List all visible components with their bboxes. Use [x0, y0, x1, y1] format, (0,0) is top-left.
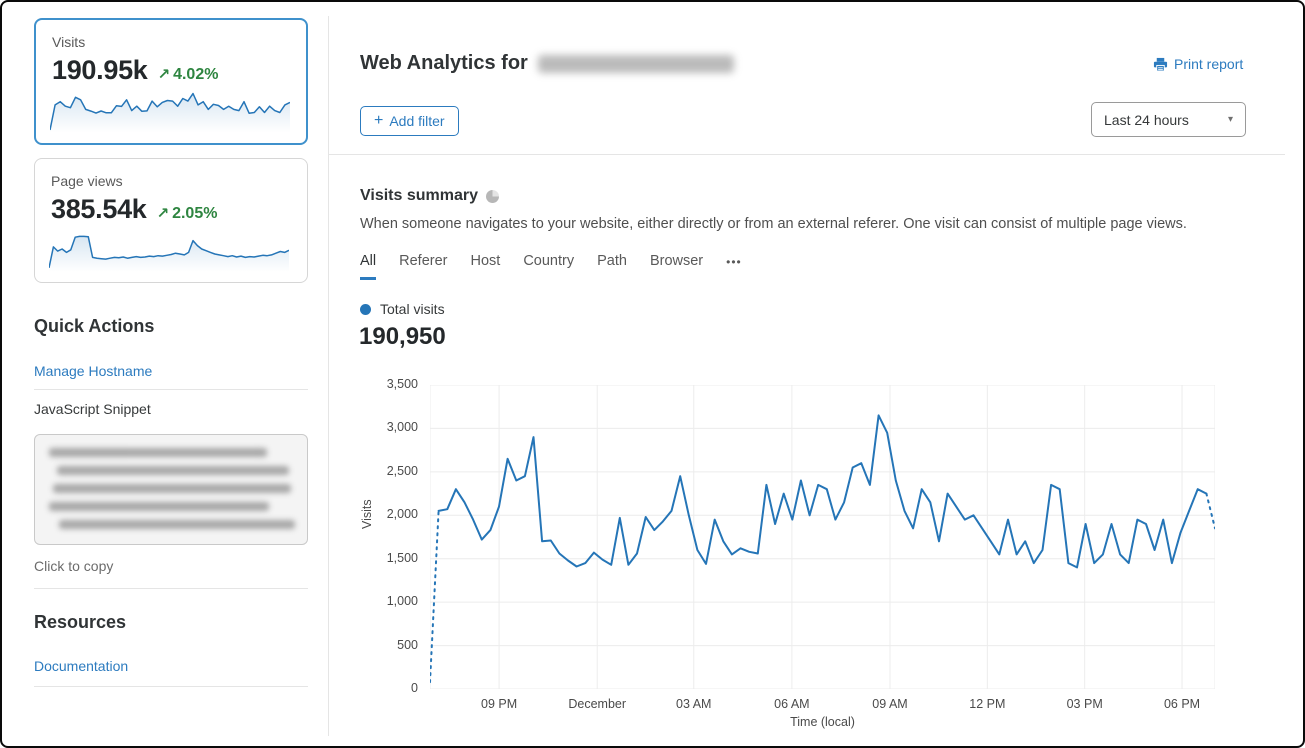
blurred-domain-name — [538, 55, 734, 73]
x-axis-ticks: 09 PMDecember03 AM06 AM09 AM12 PM03 PM06… — [430, 697, 1215, 713]
summary-tabs: All Referer Host Country Path Browser ••… — [360, 253, 742, 280]
app-window: Visits 190.95k ↗4.02% Page views 385.54k… — [0, 0, 1305, 748]
visits-summary-description: When someone navigates to your website, … — [360, 216, 1187, 232]
pageviews-sparkline — [49, 226, 289, 272]
click-to-copy-hint: Click to copy — [34, 558, 113, 574]
manage-hostname-link[interactable]: Manage Hostname — [34, 363, 152, 379]
legend-label: Total visits — [380, 301, 445, 317]
tab-country[interactable]: Country — [523, 253, 574, 280]
pageviews-metric-card[interactable]: Page views 385.54k ↗2.05% — [34, 158, 308, 283]
blurred-code-line — [49, 502, 269, 511]
chevron-down-icon: ▾ — [1228, 114, 1233, 125]
blurred-code-line — [59, 520, 295, 529]
printer-icon — [1153, 57, 1168, 72]
blurred-code-line — [57, 466, 289, 475]
tab-referer[interactable]: Referer — [399, 253, 447, 280]
javascript-snippet-label: JavaScript Snippet — [34, 401, 151, 417]
tab-browser[interactable]: Browser — [650, 253, 703, 280]
legend-dot-icon — [360, 304, 371, 315]
print-report-link[interactable]: Print report — [1153, 56, 1243, 72]
visits-metric-card[interactable]: Visits 190.95k ↗4.02% — [34, 18, 308, 145]
tab-all[interactable]: All — [360, 253, 376, 280]
trend-up-icon: ↗ — [157, 205, 170, 222]
sidebar-divider — [34, 686, 308, 687]
visits-card-change: ↗4.02% — [158, 65, 219, 84]
pageviews-card-label: Page views — [51, 173, 291, 189]
quick-actions-heading: Quick Actions — [34, 316, 154, 337]
visits-chart: Visits 05001,0001,5002,0002,5003,0003,50… — [360, 379, 1250, 734]
visits-card-value: 190.95k — [52, 55, 148, 86]
chart-plot-area[interactable] — [430, 385, 1215, 689]
add-filter-button[interactable]: + Add filter — [360, 106, 459, 136]
pageviews-card-value: 385.54k — [51, 194, 147, 225]
sidebar-divider — [34, 389, 308, 390]
blurred-code-line — [53, 484, 291, 493]
sidebar-divider — [34, 588, 308, 589]
visits-summary-heading: Visits summary — [360, 187, 499, 205]
time-range-dropdown[interactable]: Last 24 hours ▾ — [1091, 102, 1246, 137]
header-divider — [329, 154, 1285, 155]
trend-up-icon: ↗ — [158, 66, 171, 83]
resources-heading: Resources — [34, 612, 126, 633]
tab-path[interactable]: Path — [597, 253, 627, 280]
total-visits-value: 190,950 — [359, 323, 446, 351]
plus-icon: + — [374, 112, 383, 130]
pageviews-card-change: ↗2.05% — [157, 204, 218, 223]
time-range-value: Last 24 hours — [1104, 112, 1189, 128]
sidebar-main-separator — [328, 16, 329, 736]
pie-chart-icon — [486, 190, 499, 203]
page-title: Web Analytics for — [360, 52, 734, 75]
visits-card-label: Visits — [52, 34, 290, 50]
chart-legend: Total visits — [360, 301, 445, 317]
y-axis-ticks: 05001,0001,5002,0002,5003,0003,500 — [360, 385, 418, 689]
blurred-code-line — [49, 448, 267, 457]
tab-host[interactable]: Host — [470, 253, 500, 280]
documentation-link[interactable]: Documentation — [34, 658, 128, 674]
visits-sparkline — [50, 87, 290, 133]
more-tabs-button[interactable]: ••• — [726, 253, 742, 280]
x-axis-label: Time (local) — [430, 715, 1215, 729]
javascript-snippet-code-box[interactable] — [34, 434, 308, 545]
